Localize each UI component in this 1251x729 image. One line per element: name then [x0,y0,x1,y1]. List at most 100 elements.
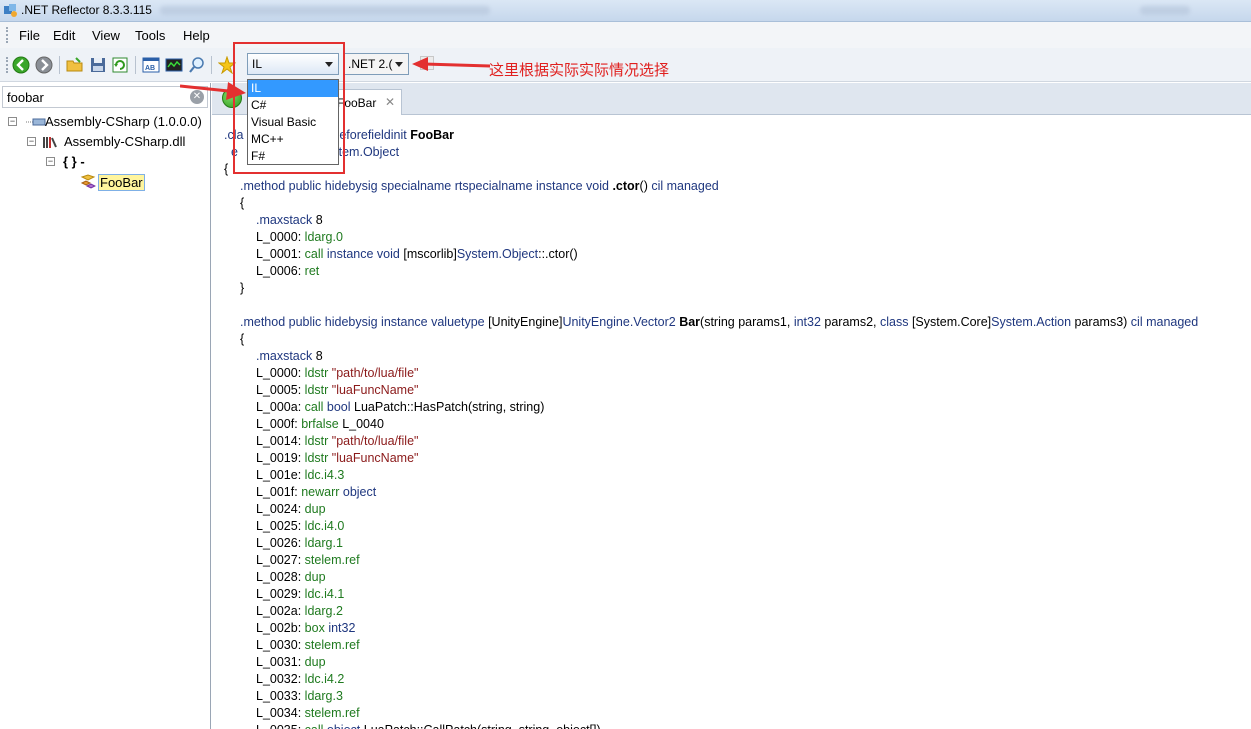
open-icon[interactable] [66,56,84,74]
analyzer-icon[interactable] [165,56,183,74]
code-line: { [224,161,1198,178]
code-token: "path/to/lua/file" [331,434,419,448]
code-token: L_0014: [256,434,305,448]
code-view-panel: FooBar ✕ .cla nsi beforefieldinit FooBar… [212,83,1251,729]
search-field[interactable]: ✕ [2,86,208,108]
code-token: [UnityEngine] [488,315,563,329]
code-token: newarr [301,485,343,499]
code-token: dup [304,655,326,669]
code-token: L_0006: [256,264,305,278]
app-logo-icon [4,4,17,17]
blurred-title-text [160,6,490,15]
code-token: L_0029: [256,587,305,601]
menu-bar: File Edit View Tools Help [0,22,1251,48]
annotation-arrow-icon [180,82,246,100]
menu-help[interactable]: Help [183,28,210,43]
tree-item-namespace[interactable]: − { } - [46,153,206,171]
code-line: L_0030: stelem.ref [224,637,1198,654]
code-line: L_000f: brfalse L_0040 [224,416,1198,433]
code-line: L_0027: stelem.ref [224,552,1198,569]
collapse-icon[interactable]: − [46,157,55,166]
code-line: } [224,280,1198,297]
tree-label: { } - [63,154,85,169]
code-token: int32 [328,621,356,635]
refresh-icon[interactable] [111,56,129,74]
search-icon[interactable] [188,56,206,74]
code-token: .ctor [612,179,640,193]
code-line: L_0001: call instance void [mscorlib]Sys… [224,246,1198,263]
tree-label: Assembly-CSharp.dll [64,134,186,149]
code-token: System.Object [456,247,539,261]
code-token: 8 [315,213,323,227]
code-token: L_0032: [256,672,305,686]
code-line: .maxstack 8 [224,348,1198,365]
code-token: Bar [679,315,701,329]
code-token: L_0031: [256,655,305,669]
code-token: ldarg.3 [304,689,343,703]
code-token: instance void [326,247,404,261]
code-token: "luaFuncName" [331,451,419,465]
code-token: LuaPatch::CallPatch(string, string, obje… [364,723,601,729]
code-token: ldc.i4.2 [304,672,345,686]
code-token: cil managed [651,179,719,193]
tree-item-class[interactable]: FooBar [80,173,200,191]
code-line: L_0028: dup [224,569,1198,586]
code-token: UnityEngine.Vector2 [562,315,680,329]
back-icon[interactable] [12,56,30,74]
menu-edit[interactable]: Edit [53,28,75,43]
code-token: L_002a: [256,604,305,618]
code-line: L_0014: ldstr "path/to/lua/file" [224,433,1198,450]
code-token: ldstr [304,434,332,448]
annotation-highlight-box [233,42,345,174]
assembly-list-icon[interactable]: AB [142,56,160,74]
class-icon [80,174,96,189]
code-token: ldarg.2 [304,604,343,618]
menu-view[interactable]: View [92,28,120,43]
code-token: L_0033: [256,689,305,703]
code-line: L_0019: ldstr "luaFuncName" [224,450,1198,467]
menu-file[interactable]: File [19,28,40,43]
code-token: L_0019: [256,451,305,465]
close-icon[interactable]: ✕ [385,95,395,109]
svg-text:AB: AB [145,65,155,72]
code-line: L_0026: ldarg.1 [224,535,1198,552]
code-token: ldc.i4.1 [304,587,345,601]
code-token: [System.Core] [911,315,992,329]
tree-item-module[interactable]: − Assembly-CSharp.dll [27,133,207,151]
code-line [224,297,1198,314]
code-token: L_0026: [256,536,305,550]
tree-label: FooBar [98,174,145,191]
code-token: { [240,196,245,210]
code-line: L_001e: ldc.i4.3 [224,467,1198,484]
collapse-icon[interactable]: − [27,137,36,146]
search-input[interactable] [7,89,187,105]
tree-item-assembly[interactable]: − Assembly-CSharp (1.0.0.0) [8,113,208,131]
code-token: L_0030: [256,638,305,652]
annotation-text: 这里根据实际实际情况选择 [489,62,670,79]
code-token: L_0000: [256,366,305,380]
code-line: { [224,195,1198,212]
code-token: L_0000: [256,230,305,244]
framework-select[interactable]: .NET 2.( [343,53,409,75]
code-line: .maxstack 8 [224,212,1198,229]
code-token: box [304,621,329,635]
toolbar-grip [6,57,9,73]
code-line: L_0006: ret [224,263,1198,280]
save-icon[interactable] [89,56,107,74]
menu-tools[interactable]: Tools [135,28,165,43]
assembly-browser-panel: ✕ − Assembly-CSharp (1.0.0.0) − Assembly… [0,83,211,729]
code-line: { [224,331,1198,348]
code-token: L_001f: [256,485,302,499]
code-line: L_001f: newarr object [224,484,1198,501]
code-token: ret [304,264,320,278]
code-line: L_0034: stelem.ref [224,705,1198,722]
assembly-icon [26,118,46,126]
code-token: stelem.ref [304,706,360,720]
code-token: ldc.i4.0 [304,519,345,533]
collapse-icon[interactable]: − [8,117,17,126]
toolbar-separator [211,56,212,74]
code-token: ldc.i4.3 [304,468,345,482]
code-token: .method public hidebysig specialname rts… [240,179,613,193]
forward-icon[interactable] [35,56,53,74]
code-token: L_0005: [256,383,305,397]
